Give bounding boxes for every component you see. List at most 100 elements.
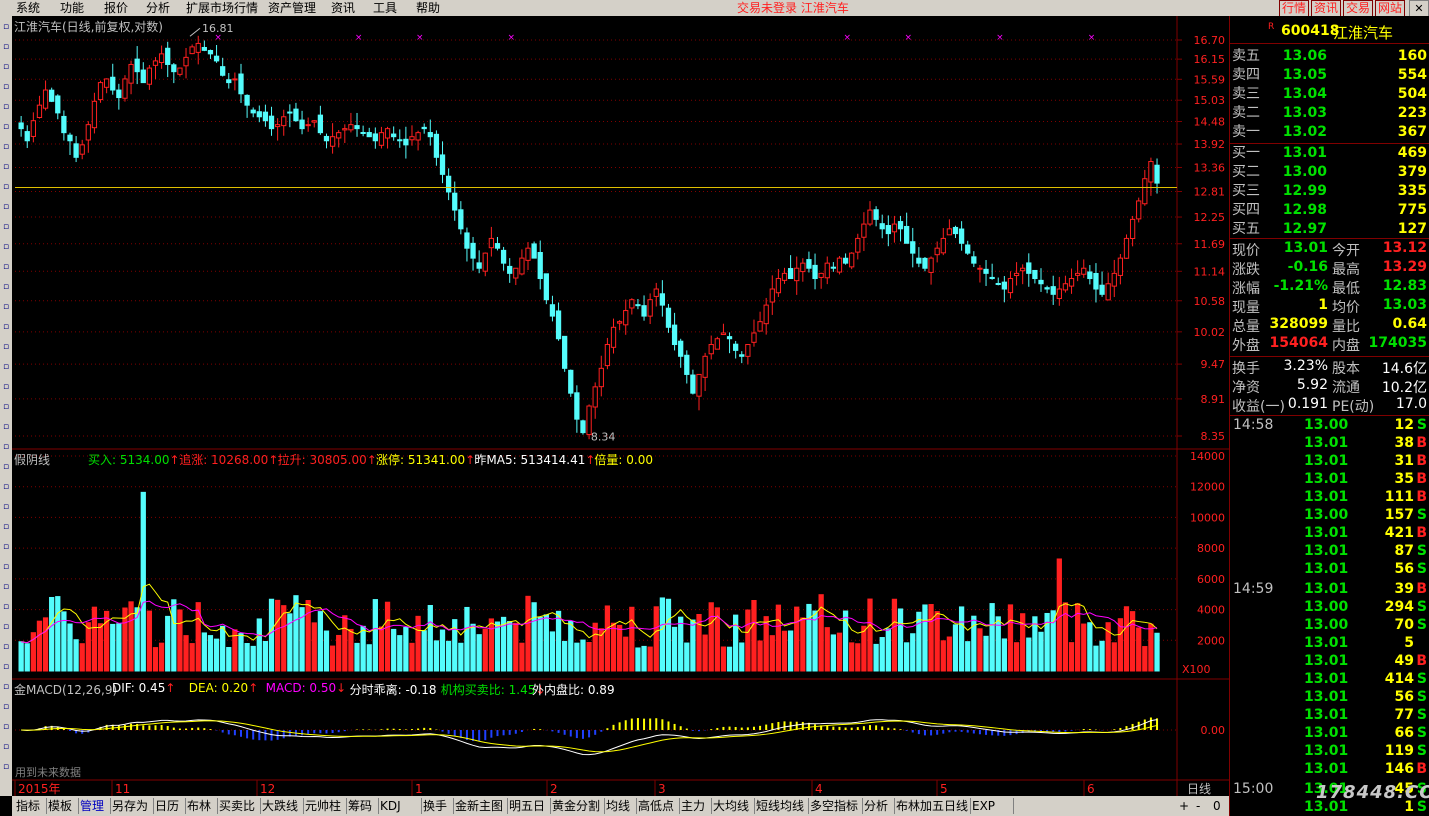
toolbar-icon[interactable]: ▫ [1, 680, 11, 694]
toolbar-icon[interactable]: ▫ [1, 500, 11, 514]
toolbar-icon[interactable]: ▫ [1, 320, 11, 334]
toolbar-icon[interactable]: ▫ [1, 600, 11, 614]
toolbar-icon[interactable]: ▫ [1, 160, 11, 174]
toolbar-icon[interactable]: ▫ [1, 400, 11, 414]
top-tab-1[interactable]: 资讯 [1311, 0, 1341, 17]
indicator-tab-9[interactable]: 筹码 [346, 798, 379, 814]
stat-value: 13.12 [1382, 240, 1427, 256]
tick-side: S [1416, 417, 1427, 433]
toolbar-icon[interactable]: ▫ [1, 360, 11, 374]
toolbar-icon[interactable]: ▫ [1, 240, 11, 254]
zoom-control-2[interactable]: 0 [1211, 798, 1225, 814]
indicator-tab-20[interactable]: 多空指标 [808, 798, 863, 814]
toolbar-icon[interactable]: ▫ [1, 220, 11, 234]
kline-chart[interactable]: 16.70 16.15 15.59 15.03 14.48 13.92 13.36 12.81… [12, 16, 1229, 796]
zoom-control-0[interactable]: + [1177, 798, 1191, 814]
indicator-tab-17[interactable]: 主力 [679, 798, 712, 814]
indicator-value-text: 昨MA5: 513414.41 [474, 453, 586, 467]
toolbar-icon[interactable]: ▫ [1, 580, 11, 594]
candle-body [488, 237, 495, 249]
toolbar-icon[interactable]: ▫ [1, 80, 11, 94]
top-tab-0[interactable]: 行情 [1279, 0, 1309, 17]
toolbar-icon[interactable]: ▫ [1, 40, 11, 54]
indicator-tab-0[interactable]: 指标 [14, 798, 47, 814]
zoom-control-1[interactable]: - [1194, 798, 1208, 814]
candle-body [67, 134, 73, 142]
menu-item-6[interactable]: 资讯 [331, 1, 355, 15]
menu-item-0[interactable]: 系统 [16, 1, 40, 15]
indicator-tab-6[interactable]: 买卖比 [217, 798, 261, 814]
toolbar-icon[interactable]: ▫ [1, 660, 11, 674]
indicator-tab-5[interactable]: 布林 [185, 798, 218, 814]
indicator-tab-7[interactable]: 大跌线 [260, 798, 304, 814]
toolbar-icon[interactable]: ▫ [1, 740, 11, 754]
toolbar-icon[interactable]: ▫ [1, 300, 11, 314]
candle-body [220, 66, 226, 76]
indicator-value-text: 分时乖离: -0.18 [349, 683, 437, 697]
indicator-tab-18[interactable]: 大均线 [711, 798, 755, 814]
toolbar-icon[interactable]: ▫ [1, 720, 11, 734]
candle-body [226, 79, 232, 84]
indicator-tab-13[interactable]: 明五日 [507, 798, 551, 814]
top-tab-2[interactable]: 交易 [1343, 0, 1373, 17]
volume-bar [769, 635, 775, 672]
volume-bar [818, 594, 824, 672]
indicator-tab-16[interactable]: 高低点 [636, 798, 680, 814]
menu-item-1[interactable]: 功能 [60, 1, 84, 15]
menu-item-8[interactable]: 帮助 [416, 1, 440, 15]
toolbar-icon[interactable]: ▫ [1, 440, 11, 454]
toolbar-icon[interactable]: ▫ [1, 260, 11, 274]
volume-bar [965, 641, 971, 672]
volume-axis-label: 10000 [1190, 511, 1225, 524]
volume-bar [574, 642, 580, 672]
toolbar-icon[interactable]: ▫ [1, 340, 11, 354]
indicator-tab-10[interactable]: KDJ [378, 798, 422, 814]
stat-value: 10.2亿 [1381, 380, 1427, 396]
indicator-tab-23[interactable]: EXP [970, 798, 1014, 814]
indicator-tab-22[interactable]: 布林加五日线 [894, 798, 971, 814]
menu-item-5[interactable]: 资产管理 [268, 1, 316, 15]
indicator-tab-2[interactable]: 管理 [78, 798, 111, 814]
toolbar-icon[interactable]: ▫ [1, 100, 11, 114]
menu-item-2[interactable]: 报价 [104, 1, 128, 15]
volume-axis-label: 2000 [1197, 634, 1225, 647]
toolbar-icon[interactable]: ▫ [1, 700, 11, 714]
toolbar-icon[interactable]: ▫ [1, 480, 11, 494]
menu-item-7[interactable]: 工具 [373, 1, 397, 15]
toolbar-icon[interactable]: ▫ [1, 200, 11, 214]
indicator-tab-4[interactable]: 日历 [153, 798, 186, 814]
toolbar-icon[interactable]: ▫ [1, 280, 11, 294]
indicator-tab-14[interactable]: 黄金分割 [550, 798, 605, 814]
toolbar-icon[interactable]: ▫ [1, 640, 11, 654]
indicator-tab-12[interactable]: 金新主图 [453, 798, 508, 814]
menu-item-4[interactable]: 扩展市场行情 [186, 1, 258, 15]
candle-body [739, 354, 745, 357]
candle-body [995, 282, 1001, 285]
top-tab-3[interactable]: 网站 [1375, 0, 1405, 17]
indicator-tab-3[interactable]: 另存为 [110, 798, 154, 814]
toolbar-icon[interactable]: ▫ [1, 380, 11, 394]
indicator-tab-11[interactable]: 换手 [421, 798, 454, 814]
toolbar-icon[interactable]: ▫ [1, 420, 11, 434]
volume-bar [1056, 558, 1062, 672]
toolbar-icon[interactable]: ▫ [1, 120, 11, 134]
indicator-tab-21[interactable]: 分析 [862, 798, 895, 814]
toolbar-icon[interactable]: ▫ [1, 620, 11, 634]
indicator-tab-1[interactable]: 模板 [46, 798, 79, 814]
menu-item-3[interactable]: 分析 [146, 1, 170, 15]
toolbar-icon[interactable]: ▫ [1, 140, 11, 154]
indicator-tab-15[interactable]: 均线 [604, 798, 637, 814]
toolbar-icon[interactable]: ▫ [1, 540, 11, 554]
toolbar-icon[interactable]: ▫ [1, 760, 11, 774]
toolbar-icon[interactable]: ▫ [1, 560, 11, 574]
volume-bar [1148, 623, 1154, 672]
indicator-tab-19[interactable]: 短线均线 [754, 798, 809, 814]
toolbar-icon[interactable]: ▫ [1, 60, 11, 74]
toolbar-icon[interactable]: ▫ [1, 180, 11, 194]
indicator-tab-8[interactable]: 元帅柱 [303, 798, 347, 814]
chart-area[interactable]: 16.70 16.15 15.59 15.03 14.48 13.92 13.36 12.81… [12, 16, 1229, 796]
toolbar-icon[interactable]: ▫ [1, 520, 11, 534]
toolbar-icon[interactable]: ▫ [1, 20, 11, 34]
close-icon[interactable]: ✕ [1409, 0, 1429, 17]
toolbar-icon[interactable]: ▫ [1, 460, 11, 474]
